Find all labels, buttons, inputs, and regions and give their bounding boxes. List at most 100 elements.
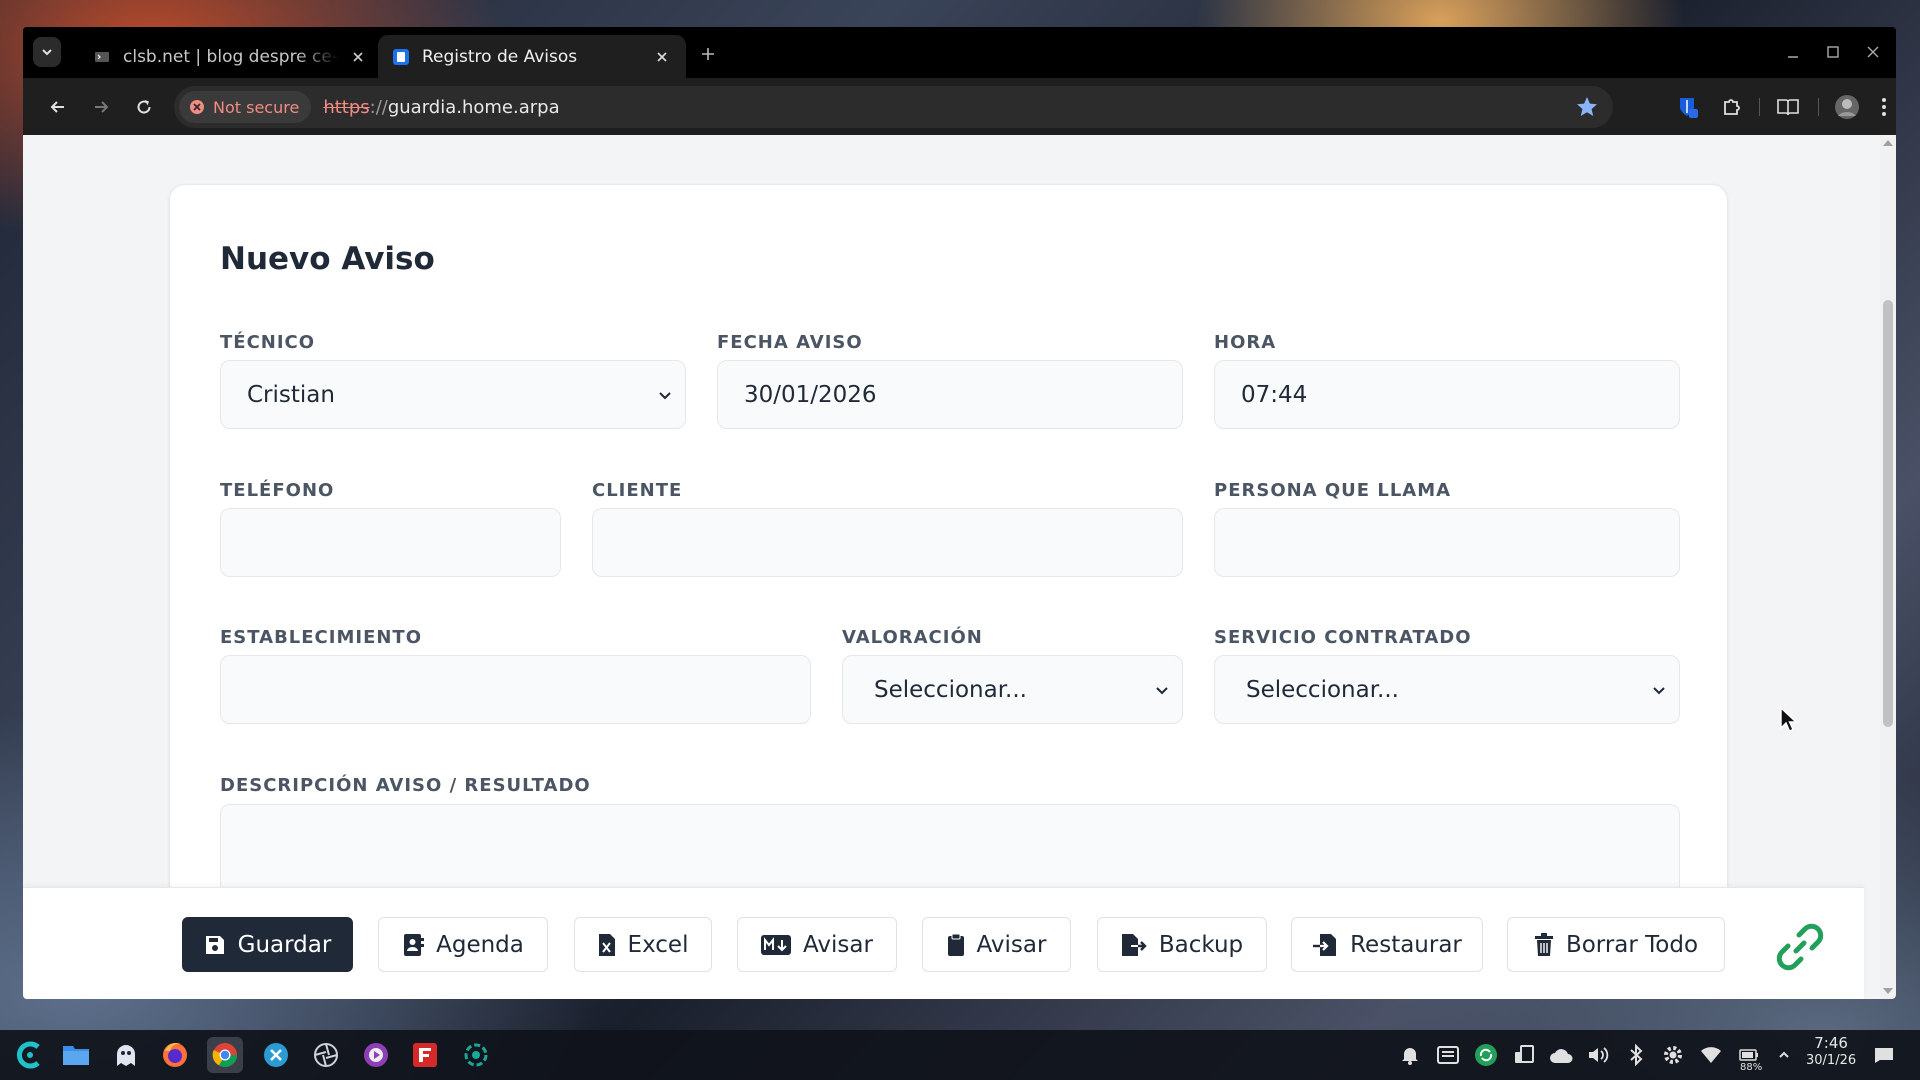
page-scrollbar[interactable] — [1880, 135, 1896, 999]
cliente-input[interactable] — [592, 508, 1183, 577]
filezilla-button[interactable] — [407, 1037, 443, 1073]
tab-search-button[interactable] — [33, 37, 61, 67]
devices-tray-button[interactable] — [1512, 1043, 1536, 1067]
servicio-contratado-select[interactable]: Seleccionar... — [1214, 655, 1680, 724]
borrar-todo-label: Borrar Todo — [1565, 931, 1699, 958]
browser-window: clsb.net | blog despre ce-m Registro de … — [23, 27, 1896, 999]
tecnico-select[interactable]: Cristian — [220, 360, 686, 429]
excel-button[interactable]: Excel — [574, 917, 712, 972]
hora-value: 07:44 — [1241, 381, 1308, 408]
close-window-button[interactable] — [1856, 37, 1890, 67]
arrow-right-icon — [95, 101, 109, 113]
telefono-label: TELÉFONO — [220, 480, 335, 501]
terminal-favicon-icon — [93, 48, 111, 66]
battery-percent: 88% — [1740, 1062, 1763, 1073]
media-player-button[interactable] — [358, 1037, 394, 1073]
reload-button[interactable] — [128, 91, 160, 123]
speaker-icon — [1589, 1047, 1609, 1063]
ghost-app-button[interactable] — [108, 1037, 144, 1073]
back-button[interactable] — [42, 91, 74, 123]
bitwarden-extension-button[interactable] — [1672, 92, 1702, 122]
profile-avatar-button[interactable] — [1832, 92, 1862, 122]
extensions-button[interactable] — [1717, 92, 1747, 122]
security-chip[interactable]: Not secure — [179, 91, 312, 123]
new-tab-button[interactable] — [695, 41, 721, 67]
scroll-down-icon[interactable] — [1883, 988, 1893, 994]
restaurar-button[interactable]: Restaurar — [1291, 917, 1483, 972]
tecnico-label: TÉCNICO — [220, 332, 316, 353]
firefox-icon — [163, 1043, 187, 1067]
url-text: https://guardia.home.arpa — [323, 97, 559, 118]
clock-time: 7:46 — [1814, 1034, 1848, 1052]
fecha-aviso-input[interactable]: 30/01/2026 — [717, 360, 1183, 429]
toolbar-divider — [1818, 98, 1819, 116]
tab-clsb[interactable]: clsb.net | blog despre ce-m — [79, 35, 382, 78]
aperture-app-button[interactable] — [308, 1037, 344, 1073]
app-x-button[interactable] — [258, 1037, 294, 1073]
book-icon — [1777, 99, 1799, 116]
bookmark-star-icon[interactable] — [1575, 95, 1599, 119]
close-icon[interactable] — [652, 47, 672, 67]
fecha-aviso-label: FECHA AVISO — [717, 332, 863, 353]
url-host: guardia.home.arpa — [387, 96, 560, 118]
hora-input[interactable]: 07:44 — [1214, 360, 1680, 429]
sync-tray-button[interactable] — [1474, 1043, 1498, 1067]
spiral-app-button[interactable] — [458, 1037, 494, 1073]
hora-label: HORA — [1214, 332, 1277, 353]
bluetooth-tray-button[interactable] — [1624, 1043, 1648, 1067]
bluetooth-icon — [1630, 1044, 1643, 1066]
valoracion-label: VALORACIÓN — [842, 627, 983, 648]
agenda-button[interactable]: Agenda — [378, 917, 548, 972]
scroll-up-icon[interactable] — [1883, 140, 1893, 146]
chrome-icon — [212, 1043, 237, 1068]
wifi-tray-button[interactable] — [1699, 1043, 1723, 1067]
save-icon — [205, 935, 224, 954]
close-icon[interactable] — [348, 47, 368, 67]
avisar-clipboard-label: Avisar — [976, 931, 1047, 958]
minimize-button[interactable] — [1776, 37, 1810, 67]
guardar-button[interactable]: Guardar — [182, 917, 353, 972]
not-secure-icon — [190, 100, 204, 114]
notification-bell-button[interactable] — [1398, 1043, 1422, 1067]
browser-menu-button[interactable] — [1869, 92, 1896, 122]
cloud-icon — [1550, 1049, 1573, 1063]
sync-icon — [1475, 1044, 1497, 1066]
action-footer: Guardar Agenda Excel Avisar Avisar Backu… — [23, 887, 1864, 999]
taskbar-clock[interactable]: 7:46 30/1/26 — [1806, 1035, 1856, 1069]
restaurar-label: Restaurar — [1350, 931, 1462, 958]
url-separator: :// — [369, 96, 388, 118]
maximize-button[interactable] — [1816, 37, 1850, 67]
launcher-button[interactable] — [12, 1037, 48, 1073]
borrar-todo-button[interactable]: Borrar Todo — [1507, 917, 1725, 972]
tab-title: Registro de Avisos — [422, 46, 578, 67]
backup-button[interactable]: Backup — [1097, 917, 1267, 972]
forward-button[interactable] — [85, 91, 117, 123]
file-manager-button[interactable] — [58, 1037, 94, 1073]
valoracion-value: Seleccionar... — [874, 676, 1027, 703]
link-icon[interactable] — [1775, 922, 1825, 972]
cloud-tray-button[interactable] — [1549, 1043, 1573, 1067]
play-circle-icon — [364, 1043, 388, 1067]
notifications-button[interactable] — [1872, 1043, 1896, 1067]
telefono-input[interactable] — [220, 508, 561, 577]
establecimiento-input[interactable] — [220, 655, 811, 724]
chrome-button[interactable] — [207, 1037, 243, 1073]
tray-expand-button[interactable] — [1772, 1043, 1796, 1067]
settings-tray-button[interactable] — [1661, 1043, 1685, 1067]
volume-tray-button[interactable] — [1586, 1043, 1610, 1067]
address-bar[interactable]: Not secure https://guardia.home.arpa — [174, 86, 1613, 128]
backup-label: Backup — [1158, 931, 1244, 958]
reload-icon — [137, 100, 151, 114]
tab-registro-avisos[interactable]: Registro de Avisos — [378, 35, 686, 78]
url-scheme: https — [323, 96, 370, 118]
firefox-button[interactable] — [157, 1037, 193, 1073]
persona-que-llama-input[interactable] — [1214, 508, 1680, 577]
reading-mode-button[interactable] — [1773, 92, 1803, 122]
mouse-cursor-icon — [1780, 707, 1798, 732]
valoracion-select[interactable]: Seleccionar... — [842, 655, 1183, 724]
address-book-icon — [404, 933, 425, 956]
clipboard-tray-button[interactable] — [1436, 1043, 1460, 1067]
scroll-thumb[interactable] — [1883, 300, 1893, 727]
avisar-clipboard-button[interactable]: Avisar — [922, 917, 1071, 972]
avisar-markdown-button[interactable]: Avisar — [737, 917, 897, 972]
